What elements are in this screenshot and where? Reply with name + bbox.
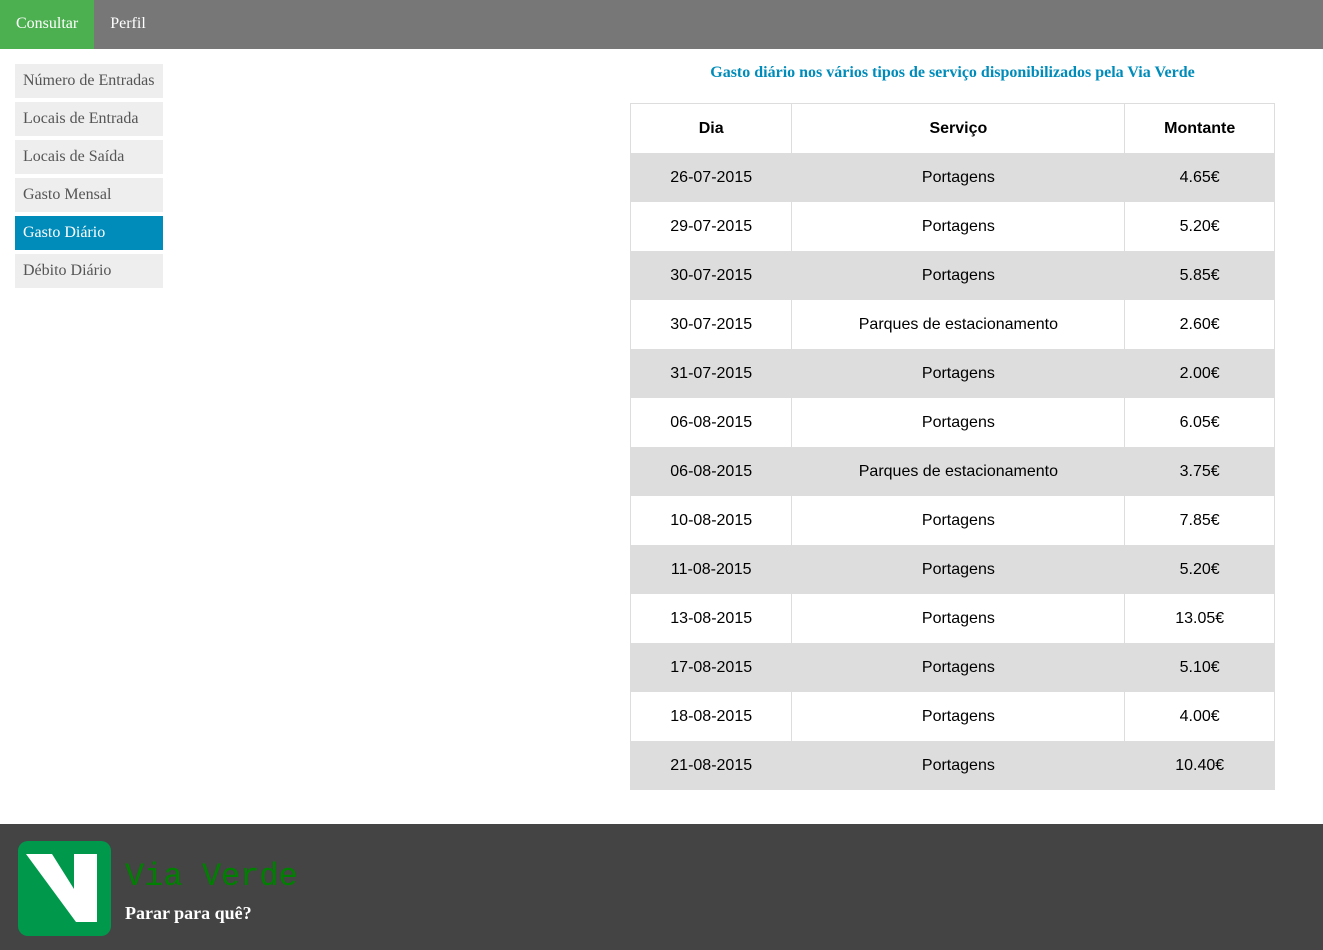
cell-servico: Portagens: [791, 398, 1126, 447]
column-header-dia: Dia: [629, 103, 793, 153]
cell-dia: 10-08-2015: [629, 496, 793, 545]
cell-servico: Parques de estacionamento: [791, 447, 1126, 496]
sidebar-item-debito-diario[interactable]: Débito Diário: [15, 254, 163, 288]
cell-dia: 06-08-2015: [629, 398, 793, 447]
brand-name: Via Verde: [125, 858, 298, 895]
table-row: 21-08-2015 Portagens 10.40€: [629, 741, 1275, 790]
column-header-montante: Montante: [1124, 103, 1275, 153]
cell-servico: Portagens: [791, 496, 1126, 545]
cell-montante: 10.40€: [1124, 741, 1275, 790]
via-verde-logo-icon: [18, 841, 111, 936]
table-row: 06-08-2015 Portagens 6.05€: [629, 398, 1275, 447]
sidebar-item-numero-de-entradas[interactable]: Número de Entradas: [15, 64, 163, 98]
cell-servico: Portagens: [791, 594, 1126, 643]
cell-montante: 2.60€: [1124, 300, 1275, 349]
cell-servico: Portagens: [791, 202, 1126, 251]
table-body: 26-07-2015 Portagens 4.65€ 29-07-2015 Po…: [629, 153, 1275, 790]
cell-montante: 5.20€: [1124, 545, 1275, 594]
cell-montante: 6.05€: [1124, 398, 1275, 447]
cell-montante: 13.05€: [1124, 594, 1275, 643]
cell-servico: Portagens: [791, 251, 1126, 300]
top-navigation: Consultar Perfil: [0, 0, 1323, 49]
table-row: 17-08-2015 Portagens 5.10€: [629, 643, 1275, 692]
tab-consultar[interactable]: Consultar: [0, 0, 95, 49]
sidebar-item-locais-de-saida[interactable]: Locais de Saída: [15, 140, 163, 174]
table-row: 30-07-2015 Portagens 5.85€: [629, 251, 1275, 300]
footer: Via Verde Parar para quê?: [0, 824, 1323, 950]
cell-servico: Portagens: [791, 741, 1126, 790]
cell-dia: 11-08-2015: [629, 545, 793, 594]
cell-dia: 29-07-2015: [629, 202, 793, 251]
cell-dia: 18-08-2015: [629, 692, 793, 741]
cell-montante: 5.85€: [1124, 251, 1275, 300]
cell-dia: 30-07-2015: [629, 251, 793, 300]
table-row: 30-07-2015 Parques de estacionamento 2.6…: [629, 300, 1275, 349]
table-header-row: Dia Serviço Montante: [629, 103, 1275, 153]
brand-slogan: Parar para quê?: [125, 903, 252, 923]
cell-montante: 5.10€: [1124, 643, 1275, 692]
column-header-servico: Serviço: [791, 103, 1126, 153]
table-row: 26-07-2015 Portagens 4.65€: [629, 153, 1275, 202]
cell-servico: Parques de estacionamento: [791, 300, 1126, 349]
cell-dia: 26-07-2015: [629, 153, 793, 202]
cell-montante: 4.65€: [1124, 153, 1275, 202]
cell-montante: 4.00€: [1124, 692, 1275, 741]
cell-dia: 06-08-2015: [629, 447, 793, 496]
cell-servico: Portagens: [791, 349, 1126, 398]
table-row: 18-08-2015 Portagens 4.00€: [629, 692, 1275, 741]
cell-montante: 7.85€: [1124, 496, 1275, 545]
cell-dia: 31-07-2015: [629, 349, 793, 398]
daily-spending-table: Dia Serviço Montante 26-07-2015 Portagen…: [629, 103, 1275, 790]
tab-perfil[interactable]: Perfil: [94, 0, 162, 49]
cell-montante: 2.00€: [1124, 349, 1275, 398]
cell-servico: Portagens: [791, 643, 1126, 692]
sidebar: Número de Entradas Locais de Entrada Loc…: [15, 64, 163, 292]
cell-dia: 21-08-2015: [629, 741, 793, 790]
table-row: 13-08-2015 Portagens 13.05€: [629, 594, 1275, 643]
cell-montante: 5.20€: [1124, 202, 1275, 251]
sidebar-item-gasto-mensal[interactable]: Gasto Mensal: [15, 178, 163, 212]
table-row: 31-07-2015 Portagens 2.00€: [629, 349, 1275, 398]
table-row: 06-08-2015 Parques de estacionamento 3.7…: [629, 447, 1275, 496]
table-row: 11-08-2015 Portagens 5.20€: [629, 545, 1275, 594]
sidebar-item-gasto-diario[interactable]: Gasto Diário: [15, 216, 163, 250]
cell-dia: 17-08-2015: [629, 643, 793, 692]
cell-montante: 3.75€: [1124, 447, 1275, 496]
cell-dia: 13-08-2015: [629, 594, 793, 643]
cell-servico: Portagens: [791, 153, 1126, 202]
table-row: 10-08-2015 Portagens 7.85€: [629, 496, 1275, 545]
table-row: 29-07-2015 Portagens 5.20€: [629, 202, 1275, 251]
cell-servico: Portagens: [791, 545, 1126, 594]
page-title: Gasto diário nos vários tipos de serviço…: [710, 64, 1195, 81]
sidebar-item-locais-de-entrada[interactable]: Locais de Entrada: [15, 102, 163, 136]
cell-dia: 30-07-2015: [629, 300, 793, 349]
cell-servico: Portagens: [791, 692, 1126, 741]
